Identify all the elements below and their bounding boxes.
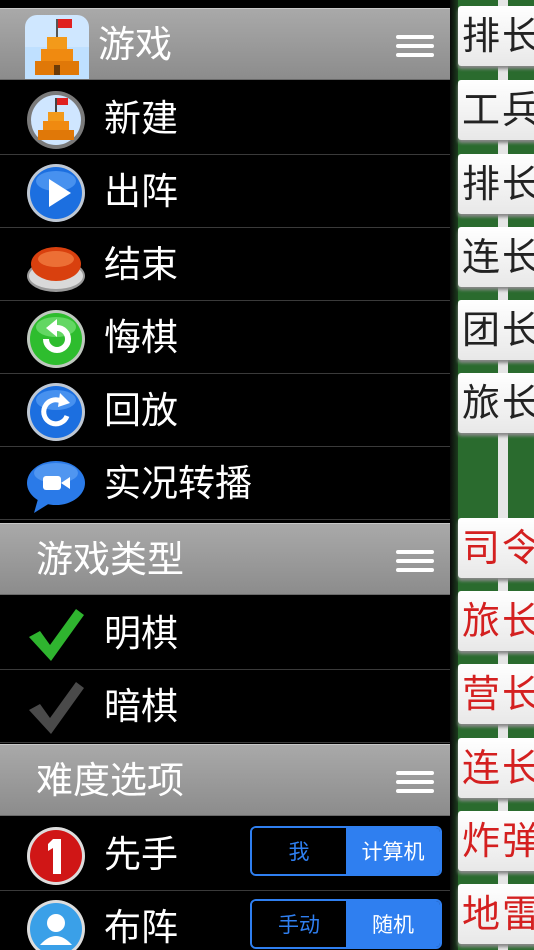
section-title-difficulty: 难度选项 <box>36 759 184 802</box>
menu-item-first-move: 先手 我 计算机 <box>0 818 450 891</box>
menu-item-deployment: 布阵 手动 随机 <box>0 891 450 950</box>
live-video-icon <box>27 461 85 513</box>
menu-item-label: 出阵 <box>104 170 178 213</box>
menu-item-label: 回放 <box>104 389 178 432</box>
user-icon <box>27 900 85 950</box>
board-piece[interactable]: 营长 <box>458 664 534 724</box>
menu-item-label: 先手 <box>104 833 178 876</box>
board-piece[interactable]: 工兵 <box>458 80 534 140</box>
board-piece[interactable]: 司令 <box>458 518 534 578</box>
replay-icon <box>27 383 85 441</box>
menu-item-label: 布阵 <box>104 906 178 949</box>
segment-computer[interactable]: 计算机 <box>346 828 440 874</box>
checkmark-green-icon <box>29 609 84 661</box>
game-board[interactable]: 排长 工兵 排长 连长 团长 旅长 司令 旅长 营长 连长 炸弹 地雷 <box>450 0 534 950</box>
checkmark-gray-icon <box>29 682 84 734</box>
board-piece[interactable]: 连长 <box>458 738 534 798</box>
hamburger-icon[interactable] <box>396 771 434 793</box>
hamburger-icon[interactable] <box>396 35 434 57</box>
section-header-game[interactable]: 游戏 <box>0 8 450 80</box>
board-rail <box>498 0 508 950</box>
number-one-icon <box>27 827 85 885</box>
board-piece[interactable]: 炸弹 <box>458 811 534 871</box>
section-title-game-type: 游戏类型 <box>36 538 184 581</box>
board-piece[interactable]: 排长 <box>458 154 534 214</box>
menu-item-live[interactable]: 实况转播 <box>0 447 450 520</box>
section-header-game-type[interactable]: 游戏类型 <box>0 523 450 595</box>
app-castle-icon <box>25 15 89 79</box>
deployment-segmented-control[interactable]: 手动 随机 <box>250 899 442 949</box>
section-title-game: 游戏 <box>98 23 172 66</box>
menu-item-label: 暗棋 <box>104 685 178 728</box>
segment-manual[interactable]: 手动 <box>252 901 346 947</box>
board-piece[interactable]: 旅长 <box>458 591 534 651</box>
undo-icon <box>27 310 85 368</box>
play-icon <box>27 164 85 222</box>
hamburger-icon[interactable] <box>396 550 434 572</box>
board-piece[interactable]: 旅长 <box>458 373 534 433</box>
menu-item-new[interactable]: 新建 <box>0 82 450 155</box>
segment-me[interactable]: 我 <box>252 828 346 874</box>
board-piece[interactable]: 排长 <box>458 6 534 66</box>
menu-item-label: 悔棋 <box>104 316 178 359</box>
board-shadow-edge <box>450 0 458 950</box>
segment-random[interactable]: 随机 <box>346 901 440 947</box>
menu-item-label: 明棋 <box>104 612 178 655</box>
board-piece[interactable]: 连长 <box>458 227 534 287</box>
menu-item-undo[interactable]: 悔棋 <box>0 301 450 374</box>
castle-icon <box>27 91 85 149</box>
menu-item-hidden-chess[interactable]: 暗棋 <box>0 670 450 743</box>
board-piece[interactable]: 团长 <box>458 300 534 360</box>
menu-item-replay[interactable]: 回放 <box>0 374 450 447</box>
first-move-segmented-control[interactable]: 我 计算机 <box>250 826 442 876</box>
section-header-difficulty[interactable]: 难度选项 <box>0 744 450 816</box>
side-menu: 游戏 新建 出阵 结束 悔棋 回放 实况转播 游戏类型 明棋 暗棋 难度选项 先… <box>0 0 450 950</box>
stop-button-icon <box>27 247 85 292</box>
board-piece[interactable]: 地雷 <box>458 884 534 944</box>
menu-item-end[interactable]: 结束 <box>0 228 450 301</box>
menu-item-start[interactable]: 出阵 <box>0 155 450 228</box>
menu-item-label: 结束 <box>104 243 178 286</box>
menu-item-label: 新建 <box>104 97 178 140</box>
menu-item-label: 实况转播 <box>104 462 252 505</box>
menu-item-open-chess[interactable]: 明棋 <box>0 597 450 670</box>
